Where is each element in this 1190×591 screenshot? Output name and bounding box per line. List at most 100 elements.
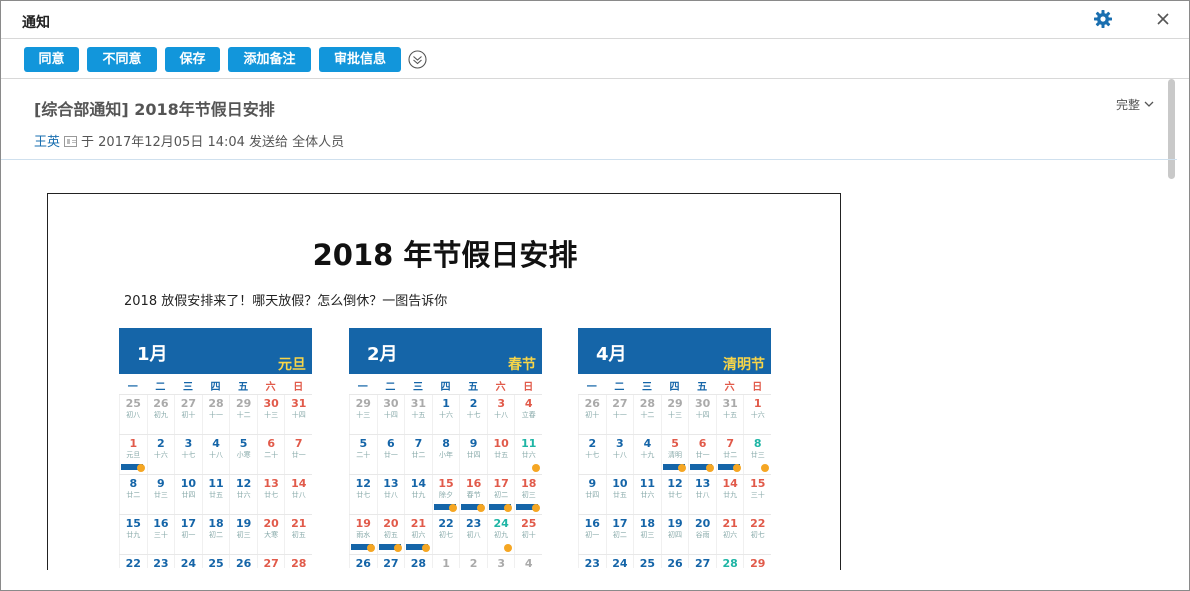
day-number: 20 xyxy=(263,517,279,530)
day-number: 22 xyxy=(125,557,141,568)
document-title: 2018 年节假日安排 xyxy=(312,238,578,272)
day-number: 27 xyxy=(694,557,711,568)
lunar-date: 廿六 xyxy=(236,491,251,499)
weekday-label: 四 xyxy=(210,382,221,393)
day-number: 14 xyxy=(722,477,738,490)
day-number: 14 xyxy=(291,477,307,490)
lunar-date: 二十 xyxy=(264,451,279,459)
lunar-date: 十八 xyxy=(612,451,627,459)
day-cell: 15 除夕 xyxy=(431,475,460,514)
day-cell: 3 十七 xyxy=(174,435,202,474)
approval-info-button[interactable]: 审批信息 xyxy=(319,47,401,72)
week-row: 1 元旦 2 十六 3 十七 4 十八 5 小寒 6 二十 7 廿一 xyxy=(119,434,312,474)
lunar-date: 初六 xyxy=(723,531,738,539)
lunar-date: 廿七 xyxy=(264,491,279,499)
day-cell: 31 十五 xyxy=(715,395,744,434)
day-cell: 21 初六 xyxy=(404,515,432,554)
day-cell: 27 初十 xyxy=(174,395,202,434)
day-number: 8 xyxy=(129,477,138,490)
day-cell: 21 初五 xyxy=(284,515,312,554)
lunar-date: 初一 xyxy=(181,531,196,539)
day-number: 23 xyxy=(465,517,482,530)
day-number: 30 xyxy=(694,397,711,410)
day-cell: 9 廿三 xyxy=(146,475,175,514)
day-cell: 31 十五 xyxy=(404,395,432,434)
day-cell: 27十一 xyxy=(605,395,634,434)
lunar-date: 廿四 xyxy=(585,491,600,499)
lunar-date: 春节 xyxy=(466,491,481,499)
lunar-date: 初六 xyxy=(411,531,426,539)
day-number: 25 xyxy=(125,397,141,410)
lunar-date: 廿八 xyxy=(695,491,710,499)
save-button[interactable]: 保存 xyxy=(165,47,220,72)
day-cell: 26初十 xyxy=(578,395,606,434)
day-number: 23 xyxy=(584,557,600,568)
day-number: 26 xyxy=(235,557,252,568)
day-cell: 14 廿九 xyxy=(715,475,744,514)
lunar-date: 十八 xyxy=(494,411,509,419)
day-cell: 6 二十 xyxy=(256,435,285,474)
lunar-date: 十七 xyxy=(585,451,600,459)
day-number: 28 xyxy=(410,557,427,568)
day-number: 16 xyxy=(153,517,169,530)
full-toggle[interactable]: 完整 xyxy=(1116,96,1154,113)
day-cell: 17 初一 xyxy=(174,515,202,554)
disagree-button[interactable]: 不同意 xyxy=(87,47,157,72)
day-cell: 29十四 xyxy=(743,555,771,568)
day-number: 28 xyxy=(722,557,738,568)
day-number: 1 xyxy=(129,437,138,450)
lunar-date: 大寒 xyxy=(264,531,279,539)
day-cell: 28十二 xyxy=(633,395,661,434)
day-cell: 10 廿四 xyxy=(174,475,202,514)
day-number: 9 xyxy=(469,437,478,450)
day-cell: 14 廿九 xyxy=(404,475,432,514)
smiley-icon xyxy=(733,464,742,472)
smiley-icon xyxy=(394,544,403,552)
lunar-date: 十九 xyxy=(640,451,655,459)
lunar-date: 廿二 xyxy=(723,451,738,459)
day-cell: 20 大寒 xyxy=(256,515,285,554)
day-cell: 30 十四 xyxy=(376,395,405,434)
expand-more-icon[interactable] xyxy=(408,50,427,69)
lunar-date: 十一 xyxy=(612,411,627,419)
day-cell: 16 春节 xyxy=(459,475,487,514)
lunar-date: 廿八 xyxy=(291,491,306,499)
lunar-date: 廿八 xyxy=(383,491,398,499)
day-cell: 13 廿八 xyxy=(688,475,716,514)
day-number: 1 xyxy=(442,397,450,410)
calendar-month-label: 2月 xyxy=(367,344,398,365)
lunar-date: 廿九 xyxy=(411,491,426,499)
notice-window: 通知 同意 不同意 保存 添加备注 审批信息 [综合部通知] 2018年节假日安… xyxy=(0,0,1190,591)
day-number: 31 xyxy=(291,397,307,410)
smiley-icon xyxy=(136,464,145,472)
week-row: 5 二十 6 廿一 7 廿二 8 小年 9 廿四 10 廿五 11 廿六 xyxy=(349,434,542,474)
day-number: 28 xyxy=(639,397,656,410)
message-header: [综合部通知] 2018年节假日安排 完整 王英 于 2017年12月05日 14… xyxy=(1,80,1177,160)
lunar-date: 廿一 xyxy=(695,451,710,459)
lunar-date: 廿一 xyxy=(291,451,306,459)
close-icon[interactable] xyxy=(1153,9,1173,29)
day-cell: 24初九 xyxy=(486,515,515,554)
weekday-label: 日 xyxy=(523,382,534,393)
add-note-button[interactable]: 添加备注 xyxy=(228,47,311,72)
day-cell: 29 十三 xyxy=(349,395,377,434)
day-number: 26 xyxy=(355,557,371,568)
week-row: 15 廿九 16 三十 17 初一 18 初二 19 初三 20 大寒 21 初五 xyxy=(119,514,312,554)
day-number: 24 xyxy=(180,557,197,568)
sender-link[interactable]: 王英 xyxy=(34,135,60,150)
lunar-date: 十四 xyxy=(291,411,306,419)
week-row: 26 初十 27 十一 28 十二 29 十三 30 十四 31 十五 1 十六 xyxy=(578,394,771,434)
day-cell: 29 十三 xyxy=(660,395,689,434)
contact-card-icon[interactable] xyxy=(64,136,78,147)
calendar-month-label: 1月 xyxy=(137,344,168,365)
day-number: 4 xyxy=(524,557,533,568)
day-number: 21 xyxy=(291,517,307,530)
day-number: 18 xyxy=(521,477,537,490)
day-number: 17 xyxy=(493,477,509,490)
day-cell: 1十四 xyxy=(431,555,460,568)
agree-button[interactable]: 同意 xyxy=(24,47,79,72)
gear-icon[interactable] xyxy=(1093,9,1113,29)
day-number: 22 xyxy=(438,517,454,530)
lunar-date: 初十 xyxy=(521,531,536,539)
window-title: 通知 xyxy=(22,15,50,31)
